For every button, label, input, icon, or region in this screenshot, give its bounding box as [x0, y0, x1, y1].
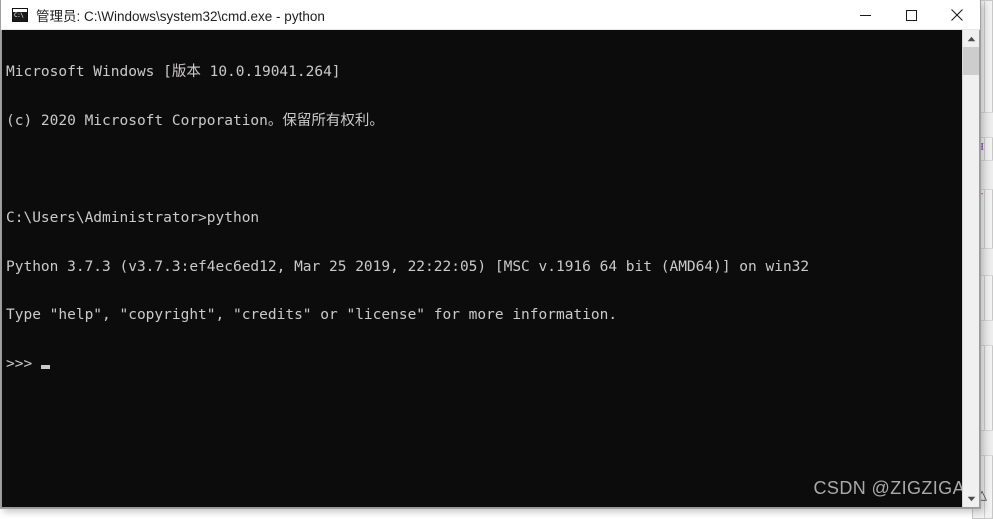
- console-scrollbar[interactable]: [962, 30, 979, 507]
- minimize-button[interactable]: [842, 0, 888, 30]
- python-prompt: >>>: [6, 355, 33, 372]
- scrollbar-thumb[interactable]: [963, 47, 979, 75]
- console-line: Python 3.7.3 (v3.7.3:ef4ec6ed12, Mar 25 …: [6, 258, 810, 275]
- scroll-down-arrow-icon[interactable]: [963, 490, 979, 507]
- window-title: 管理员: C:\Windows\system32\cmd.exe - pytho…: [36, 8, 325, 24]
- console-output-area[interactable]: Microsoft Windows [版本 10.0.19041.264] (c…: [1, 30, 980, 508]
- cmd-console-icon: [12, 7, 28, 22]
- cmd-window[interactable]: 管理员: C:\Windows\system32\cmd.exe - pytho…: [0, 0, 981, 509]
- text-cursor: [41, 364, 51, 369]
- console-line: Microsoft Windows [版本 10.0.19041.264]: [6, 64, 341, 81]
- maximize-button[interactable]: [888, 0, 934, 30]
- window-controls: [842, 0, 980, 30]
- console-text: Microsoft Windows [版本 10.0.19041.264] (c…: [6, 32, 957, 405]
- close-button[interactable]: [934, 0, 980, 30]
- watermark-text: CSDN @ZIGZIGA: [813, 478, 965, 498]
- console-line: Type "help", "copyright", "credits" or "…: [6, 307, 618, 324]
- title-bar[interactable]: 管理员: C:\Windows\system32\cmd.exe - pytho…: [1, 0, 980, 30]
- console-line: C:\Users\Administrator>python: [6, 210, 260, 227]
- scroll-up-arrow-icon[interactable]: [963, 30, 979, 47]
- console-prompt-line: >>>: [6, 356, 957, 372]
- console-line: (c) 2020 Microsoft Corporation。保留所有权利。: [6, 113, 384, 129]
